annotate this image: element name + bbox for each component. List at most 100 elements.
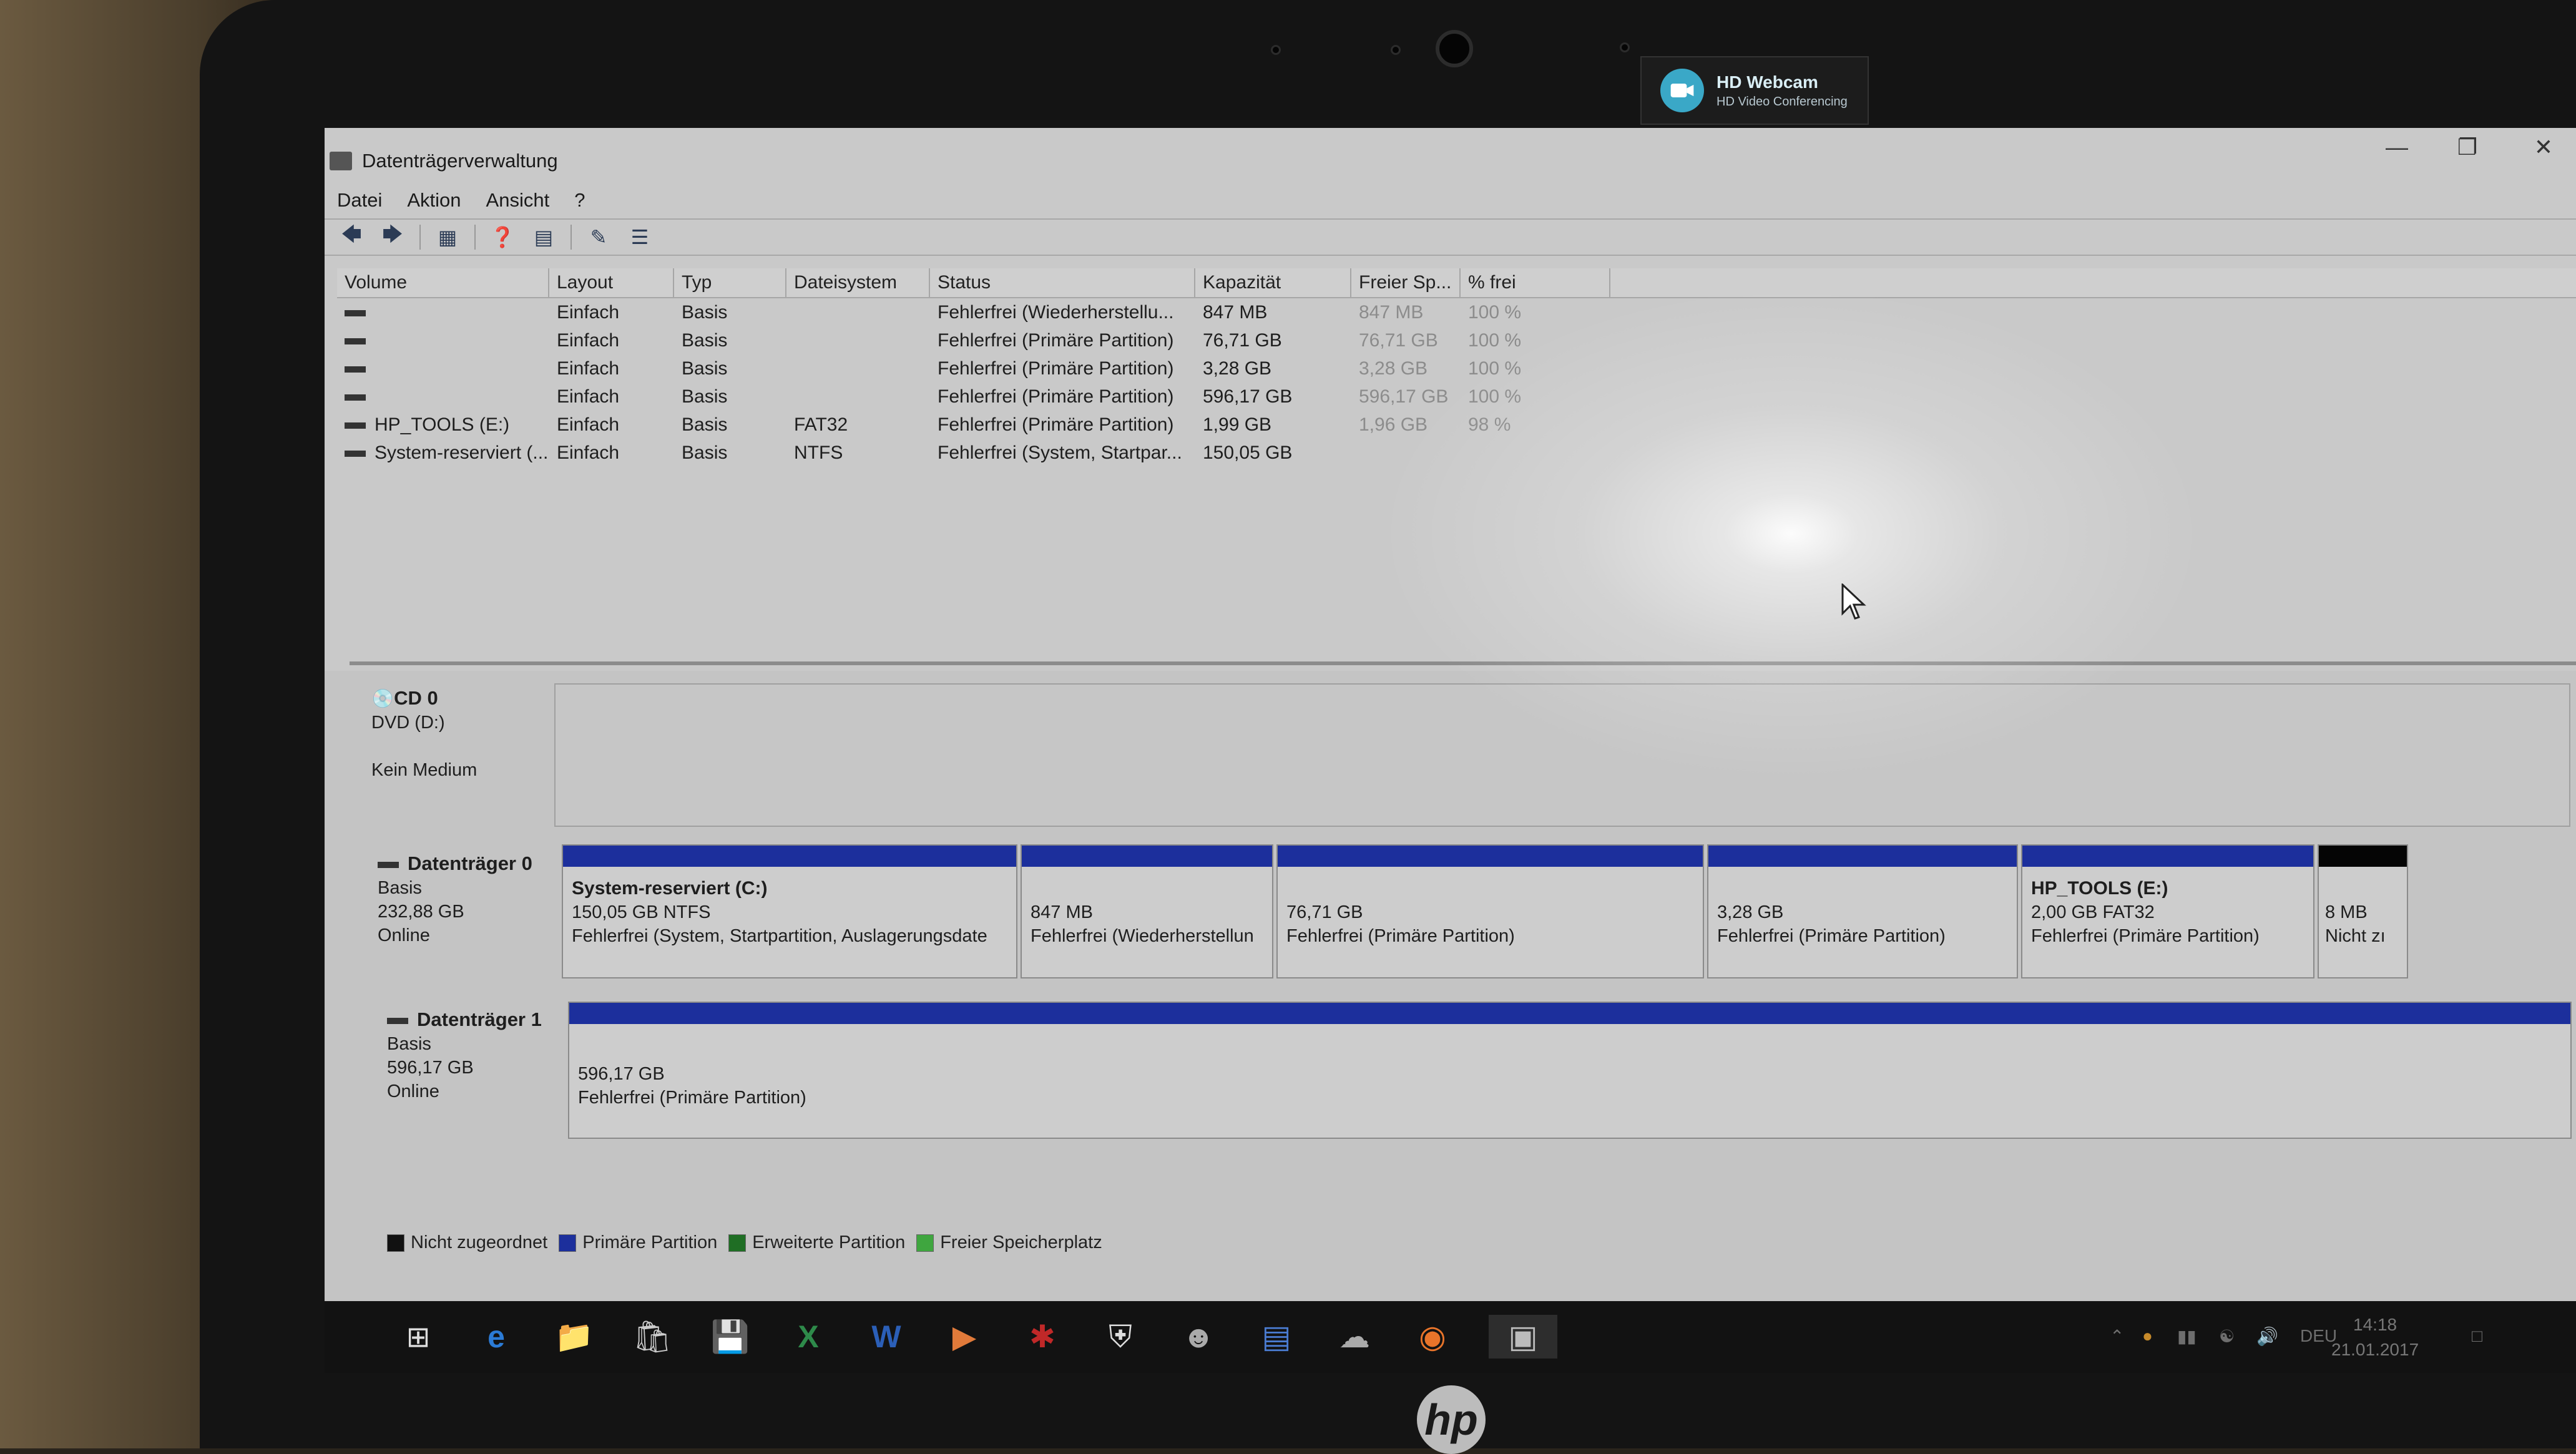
webcam-title: HD Webcam bbox=[1717, 72, 1818, 92]
console-tree-icon[interactable]: ▦ bbox=[433, 224, 462, 250]
col-volume[interactable]: Volume bbox=[337, 268, 549, 297]
col-dateisystem[interactable]: Dateisystem bbox=[786, 268, 930, 297]
back-arrow-icon[interactable]: 🡄 bbox=[337, 223, 366, 250]
partition-status: Fehlerfrei (Primäre Partition) bbox=[1717, 926, 1946, 946]
col-layout[interactable]: Layout bbox=[549, 268, 674, 297]
cell-volume: HP_TOOLS (E:) bbox=[337, 411, 549, 439]
cd0-status: Kein Medium bbox=[371, 760, 477, 780]
network-icon[interactable]: ▤ bbox=[1255, 1315, 1298, 1359]
partition-unallocated[interactable]: 8 MB Nicht zı bbox=[2318, 844, 2408, 978]
camera-sensor-dot bbox=[1620, 42, 1630, 52]
user-icon[interactable]: ☻ bbox=[1177, 1315, 1220, 1359]
partition-76gb[interactable]: 76,71 GB Fehlerfrei (Primäre Partition) bbox=[1276, 844, 1704, 978]
table-row[interactable]: HP_TOOLS (E:) Einfach Basis FAT32 Fehler… bbox=[337, 411, 2576, 439]
webcam-subtitle: HD Video Conferencing bbox=[1717, 94, 1848, 109]
menu-ansicht[interactable]: Ansicht bbox=[486, 189, 550, 212]
table-row[interactable]: System-reserviert (... Einfach Basis NTF… bbox=[337, 439, 2576, 467]
minimize-button[interactable]: — bbox=[2372, 134, 2422, 160]
col-kapazitaet[interactable]: Kapazität bbox=[1195, 268, 1351, 297]
cell-kapazitaet: 150,05 GB bbox=[1203, 442, 1293, 463]
cell-prozent-frei: 100 % bbox=[1468, 358, 1522, 379]
edge-icon[interactable]: e bbox=[474, 1315, 518, 1359]
properties-icon[interactable]: ▤ bbox=[529, 224, 558, 250]
partition-recovery[interactable]: 847 MB Fehlerfrei (Wiederherstellun bbox=[1021, 844, 1273, 978]
primary-partition-bar bbox=[569, 1003, 2570, 1024]
forward-arrow-icon[interactable]: 🡆 bbox=[378, 223, 407, 250]
table-row[interactable]: Einfach Basis Fehlerfrei (Wiederherstell… bbox=[337, 298, 2576, 326]
disk1-label[interactable]: Datenträger 1 Basis 596,17 GB Online bbox=[387, 1008, 574, 1103]
cell-status: Fehlerfrei (Primäre Partition) bbox=[938, 330, 1174, 351]
partition-3gb[interactable]: 3,28 GB Fehlerfrei (Primäre Partition) bbox=[1707, 844, 2018, 978]
cell-prozent-frei: 100 % bbox=[1468, 302, 1522, 323]
col-status[interactable]: Status bbox=[930, 268, 1195, 297]
volume-list: Volume Layout Typ Dateisystem Status Kap… bbox=[337, 268, 2576, 467]
col-freier-speicher[interactable]: Freier Sp... bbox=[1351, 268, 1461, 297]
store-icon[interactable]: 🛍 bbox=[630, 1315, 674, 1359]
disk1-state: Online bbox=[387, 1081, 439, 1101]
cell-typ: Basis bbox=[682, 330, 728, 351]
tray-chevron-icon[interactable]: ⌃ bbox=[2110, 1326, 2124, 1347]
col-empty bbox=[1610, 268, 2576, 297]
primary-partition-bar bbox=[563, 846, 1016, 867]
cell-layout: Einfach bbox=[557, 358, 620, 379]
file-explorer-icon[interactable]: 📁 bbox=[552, 1315, 596, 1359]
word-icon[interactable]: W bbox=[864, 1315, 908, 1359]
volume-icon[interactable]: 🔊 bbox=[2256, 1326, 2278, 1347]
partition-596gb[interactable]: 596,17 GB Fehlerfrei (Primäre Partition) bbox=[568, 1002, 2572, 1139]
wifi-icon[interactable]: ☯ bbox=[2219, 1326, 2235, 1347]
partition-hp-tools[interactable]: HP_TOOLS (E:) 2,00 GB FAT32 Fehlerfrei (Pr… bbox=[2021, 844, 2314, 978]
cell-layout: Einfach bbox=[557, 442, 620, 463]
cd0-label[interactable]: 💿CD 0 DVD (D:) Kein Medium bbox=[371, 686, 559, 782]
cd0-area[interactable] bbox=[554, 683, 2570, 827]
excel-icon[interactable]: X bbox=[786, 1315, 830, 1359]
notification-icon[interactable]: □ bbox=[2472, 1326, 2482, 1346]
col-typ[interactable]: Typ bbox=[674, 268, 786, 297]
tray-app-icon[interactable]: ● bbox=[2142, 1326, 2153, 1346]
tool-icon[interactable]: ✱ bbox=[1021, 1315, 1064, 1359]
table-row[interactable]: Einfach Basis Fehlerfrei (Primäre Partit… bbox=[337, 383, 2576, 411]
clock[interactable]: 14:18 21.01.2017 bbox=[2331, 1312, 2419, 1362]
cell-kapazitaet: 1,99 GB bbox=[1203, 414, 1272, 435]
restore-button[interactable]: ❐ bbox=[2442, 134, 2492, 160]
window-title: Datenträgerverwaltung bbox=[362, 149, 558, 172]
primary-partition-bar bbox=[2022, 846, 2313, 867]
disk0-label[interactable]: Datenträger 0 Basis 232,88 GB Online bbox=[378, 852, 565, 947]
partition-status: Fehlerfrei (Primäre Partition) bbox=[2031, 926, 2260, 946]
firefox-icon[interactable]: ◉ bbox=[1411, 1315, 1454, 1359]
disk0-name: Datenträger 0 bbox=[408, 852, 532, 874]
cell-volume bbox=[337, 383, 549, 411]
cell-dateisystem: NTFS bbox=[794, 442, 843, 463]
partition-system-reserviert[interactable]: System-reserviert (C:) 150,05 GB NTFS Fehl… bbox=[562, 844, 1017, 978]
toolbar: 🡄 🡆 ▦ ❓ ▤ ✎ ☰ bbox=[325, 218, 2576, 256]
cell-layout: Einfach bbox=[557, 302, 620, 323]
media-player-icon[interactable]: ▶ bbox=[943, 1315, 986, 1359]
volume-icon bbox=[345, 394, 366, 401]
disk-management-icon[interactable]: ▣ bbox=[1489, 1315, 1557, 1359]
cd0-drive: DVD (D:) bbox=[371, 713, 445, 733]
battery-icon[interactable]: ▮▮ bbox=[2177, 1326, 2196, 1347]
col-prozent-frei[interactable]: % frei bbox=[1461, 268, 1610, 297]
primary-partition-bar bbox=[1278, 846, 1703, 867]
cell-status: Fehlerfrei (Primäre Partition) bbox=[938, 358, 1174, 379]
pane-splitter[interactable] bbox=[350, 661, 2576, 665]
table-row[interactable]: Einfach Basis Fehlerfrei (Primäre Partit… bbox=[337, 326, 2576, 354]
toolbar-separator bbox=[419, 225, 421, 250]
menu-help[interactable]: ? bbox=[574, 189, 585, 212]
menu-aktion[interactable]: Aktion bbox=[407, 189, 461, 212]
help-icon[interactable]: ❓ bbox=[488, 224, 517, 250]
shield-icon[interactable]: ⛨ bbox=[1099, 1315, 1142, 1359]
menu-datei[interactable]: Datei bbox=[337, 189, 382, 212]
partition-title: HP_TOOLS (E:) bbox=[2031, 878, 2168, 899]
camera-icon bbox=[1660, 69, 1704, 112]
windows-start-icon[interactable]: ⊞ bbox=[396, 1315, 440, 1359]
table-row[interactable]: Einfach Basis Fehlerfrei (Primäre Partit… bbox=[337, 354, 2576, 383]
partition-title: System-reserviert (C:) bbox=[572, 878, 768, 899]
cloud-icon[interactable]: ☁ bbox=[1333, 1315, 1376, 1359]
save-icon[interactable]: 💾 bbox=[708, 1315, 752, 1359]
refresh-icon[interactable]: ✎ bbox=[584, 224, 613, 250]
menu-bar: Datei Aktion Ansicht ? bbox=[337, 183, 585, 217]
cell-freier-speicher: 3,28 GB bbox=[1359, 358, 1428, 379]
list-view-icon[interactable]: ☰ bbox=[625, 224, 654, 250]
close-button[interactable]: ✕ bbox=[2519, 134, 2569, 160]
disk1-size: 596,17 GB bbox=[387, 1058, 474, 1078]
